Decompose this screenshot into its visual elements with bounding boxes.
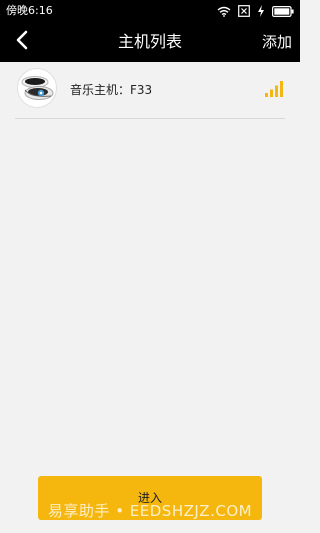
wifi-icon bbox=[217, 6, 231, 17]
status-bar: 傍晚6:16 bbox=[0, 0, 300, 22]
status-icons bbox=[217, 5, 294, 17]
list-item[interactable]: 音乐主机：F33 bbox=[15, 62, 285, 119]
back-button[interactable] bbox=[8, 28, 36, 56]
app-header: 主机列表 添加 bbox=[0, 22, 300, 62]
device-list: 音乐主机：F33 bbox=[0, 62, 300, 119]
battery-icon bbox=[272, 5, 294, 17]
enter-button[interactable]: 进入 bbox=[38, 476, 262, 520]
status-time: 傍晚6:16 bbox=[6, 4, 53, 17]
charging-icon bbox=[257, 5, 265, 17]
device-name: 音乐主机：F33 bbox=[70, 83, 153, 97]
page-title: 主机列表 bbox=[117, 32, 182, 51]
add-button[interactable]: 添加 bbox=[262, 22, 292, 62]
speaker-device-icon bbox=[17, 68, 57, 108]
signal-strength-icon bbox=[265, 80, 283, 98]
sim-x-icon bbox=[238, 5, 250, 17]
chevron-left-icon bbox=[15, 30, 29, 54]
